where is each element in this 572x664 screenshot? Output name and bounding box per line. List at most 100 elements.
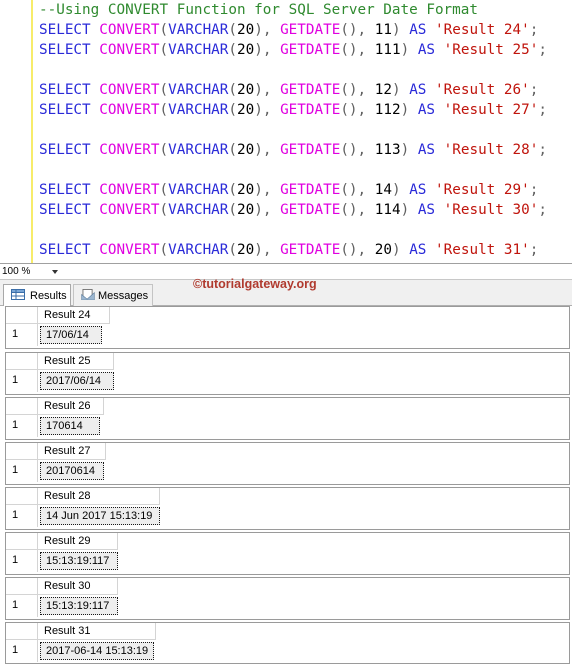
grid-corner-cell[interactable]	[6, 578, 38, 595]
watermark-text: ©tutorialgateway.org	[193, 277, 317, 291]
result-cell[interactable]: 15:13:19:117	[40, 597, 118, 615]
change-tracking-bar	[31, 0, 33, 263]
result-cell[interactable]: 15:13:19:117	[40, 552, 118, 570]
grid-corner-cell[interactable]	[6, 488, 38, 505]
style-code: 20	[374, 242, 392, 258]
result-grid[interactable]: Result 31 1 2017-06-14 15:13:19	[5, 622, 570, 664]
getdate-function: GETDATE	[280, 22, 341, 38]
style-code: 113	[374, 142, 401, 158]
grid-corner-cell[interactable]	[6, 443, 38, 460]
zoom-value: 100 %	[2, 266, 31, 277]
select-keyword: SELECT	[39, 82, 91, 98]
result-grid[interactable]: Result 27 1 20170614	[5, 442, 570, 485]
style-code: 111	[374, 42, 401, 58]
convert-function: CONVERT	[99, 102, 160, 118]
result-cell[interactable]: 14 Jun 2017 15:13:19	[40, 507, 160, 525]
code-line-select: SELECT CONVERT(VARCHAR(20), GETDATE(), 1…	[39, 142, 547, 158]
varchar-type: VARCHAR	[168, 102, 229, 118]
tab-messages[interactable]: Messages	[73, 284, 153, 306]
grid-corner-cell[interactable]	[6, 623, 38, 640]
statement-terminator: ;	[529, 22, 539, 38]
row-number[interactable]: 1	[6, 550, 38, 572]
varchar-type: VARCHAR	[168, 22, 229, 38]
row-number[interactable]: 1	[6, 460, 38, 482]
getdate-function: GETDATE	[280, 102, 341, 118]
column-alias: 'Result 30'	[443, 202, 539, 218]
statement-terminator: ;	[538, 202, 547, 218]
statement-terminator: ;	[529, 82, 539, 98]
column-header[interactable]: Result 28	[38, 488, 160, 505]
varchar-type: VARCHAR	[168, 142, 229, 158]
varchar-type: VARCHAR	[168, 42, 229, 58]
row-number[interactable]: 1	[6, 595, 38, 617]
column-alias: 'Result 24'	[435, 22, 530, 38]
row-number[interactable]: 1	[6, 415, 38, 437]
as-keyword: AS	[417, 42, 436, 58]
getdate-function: GETDATE	[280, 242, 341, 258]
as-keyword: AS	[409, 182, 427, 198]
zoom-dropdown[interactable]: 100 %	[2, 265, 60, 278]
tab-messages-label: Messages	[98, 290, 149, 302]
code-line-select: SELECT CONVERT(VARCHAR(20), GETDATE(), 1…	[39, 182, 539, 198]
result-grid[interactable]: Result 26 1 170614	[5, 397, 570, 440]
column-alias: 'Result 25'	[443, 42, 539, 58]
varchar-type: VARCHAR	[168, 242, 229, 258]
select-keyword: SELECT	[39, 182, 91, 198]
varchar-length: 20	[237, 22, 255, 38]
as-keyword: AS	[417, 202, 436, 218]
style-code: 12	[374, 82, 392, 98]
style-code: 114	[374, 202, 401, 218]
result-grid[interactable]: Result 24 1 17/06/14	[5, 306, 570, 349]
statement-terminator: ;	[538, 102, 547, 118]
column-header[interactable]: Result 29	[38, 533, 118, 550]
result-grid[interactable]: Result 28 1 14 Jun 2017 15:13:19	[5, 487, 570, 530]
column-header[interactable]: Result 27	[38, 443, 106, 460]
grid-corner-cell[interactable]	[6, 307, 38, 324]
result-grid[interactable]: Result 29 1 15:13:19:117	[5, 532, 570, 575]
select-keyword: SELECT	[39, 102, 91, 118]
column-alias: 'Result 27'	[443, 102, 539, 118]
column-alias: 'Result 28'	[443, 142, 539, 158]
as-keyword: AS	[409, 82, 427, 98]
as-keyword: AS	[417, 102, 436, 118]
result-cell[interactable]: 2017-06-14 15:13:19	[40, 642, 154, 660]
code-comment: --Using CONVERT Function for SQL Server …	[39, 2, 478, 18]
result-cell[interactable]: 20170614	[40, 462, 104, 480]
result-cell[interactable]: 17/06/14	[40, 326, 102, 344]
select-keyword: SELECT	[39, 202, 91, 218]
column-header[interactable]: Result 31	[38, 623, 156, 640]
as-keyword: AS	[409, 22, 427, 38]
result-cell[interactable]: 170614	[40, 417, 100, 435]
column-alias: 'Result 29'	[435, 182, 530, 198]
style-code: 112	[374, 102, 401, 118]
getdate-function: GETDATE	[280, 202, 341, 218]
convert-function: CONVERT	[99, 182, 160, 198]
sql-editor[interactable]: --Using CONVERT Function for SQL Server …	[0, 0, 572, 263]
row-number[interactable]: 1	[6, 505, 38, 527]
convert-function: CONVERT	[99, 202, 160, 218]
result-cell[interactable]: 2017/06/14	[40, 372, 114, 390]
column-header[interactable]: Result 25	[38, 353, 114, 370]
grid-corner-cell[interactable]	[6, 398, 38, 415]
column-alias: 'Result 31'	[435, 242, 530, 258]
row-number[interactable]: 1	[6, 324, 38, 346]
as-keyword: AS	[417, 142, 436, 158]
getdate-function: GETDATE	[280, 82, 341, 98]
grid-corner-cell[interactable]	[6, 353, 38, 370]
row-number[interactable]: 1	[6, 640, 38, 662]
select-keyword: SELECT	[39, 42, 91, 58]
varchar-type: VARCHAR	[168, 82, 229, 98]
convert-function: CONVERT	[99, 142, 160, 158]
varchar-length: 20	[237, 82, 255, 98]
varchar-type: VARCHAR	[168, 182, 229, 198]
column-header[interactable]: Result 30	[38, 578, 118, 595]
result-grid[interactable]: Result 30 1 15:13:19:117	[5, 577, 570, 620]
grid-corner-cell[interactable]	[6, 533, 38, 550]
varchar-length: 20	[237, 202, 255, 218]
statement-terminator: ;	[529, 242, 539, 258]
column-header[interactable]: Result 24	[38, 307, 110, 324]
row-number[interactable]: 1	[6, 370, 38, 392]
tab-results[interactable]: Results	[3, 284, 71, 306]
result-grid[interactable]: Result 25 1 2017/06/14	[5, 352, 570, 395]
column-header[interactable]: Result 26	[38, 398, 104, 415]
